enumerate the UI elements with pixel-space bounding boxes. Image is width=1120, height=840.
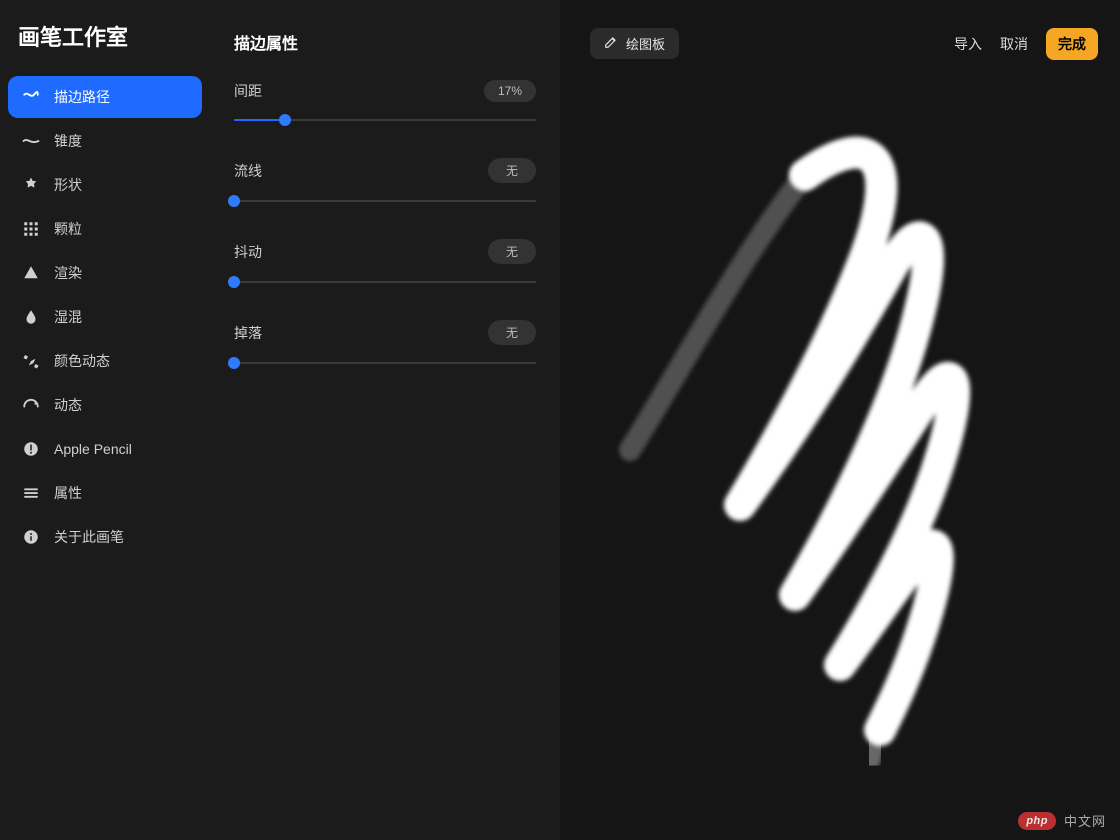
- sidebar: 画笔工作室 描边路径 锥度 形状: [0, 0, 210, 840]
- sidebar-item-label: 颗粒: [54, 219, 82, 239]
- sidebar-item-dynamics[interactable]: 动态: [8, 384, 202, 426]
- sidebar-item-render[interactable]: 渲染: [8, 252, 202, 294]
- slider-streamline[interactable]: [234, 193, 536, 209]
- prop-value: 无: [488, 239, 536, 264]
- sidebar-item-properties[interactable]: 属性: [8, 472, 202, 514]
- sidebar-item-shape[interactable]: 形状: [8, 164, 202, 206]
- prop-streamline: 流线 无: [234, 158, 536, 209]
- sidebar-item-about[interactable]: 关于此画笔: [8, 516, 202, 558]
- sidebar-item-label: 描边路径: [54, 87, 110, 107]
- slider-falloff[interactable]: [234, 355, 536, 371]
- shape-icon: [22, 176, 40, 194]
- sidebar-item-label: 渲染: [54, 263, 82, 283]
- sidebar-item-label: Apple Pencil: [54, 441, 132, 457]
- prop-label: 掉落: [234, 323, 262, 343]
- slider-jitter[interactable]: [234, 274, 536, 290]
- brush-preview-canvas[interactable]: [560, 0, 1120, 840]
- sidebar-item-label: 颜色动态: [54, 351, 110, 371]
- app-title: 画笔工作室: [0, 20, 210, 76]
- settings-title: 描边属性: [234, 30, 536, 54]
- watermark: php 中文网: [1018, 811, 1106, 830]
- sidebar-item-stroke-path[interactable]: 描边路径: [8, 76, 202, 118]
- sidebar-item-apple-pencil[interactable]: Apple Pencil: [8, 428, 202, 470]
- prop-jitter: 抖动 无: [234, 239, 536, 290]
- properties-icon: [22, 484, 40, 502]
- sidebar-item-label: 关于此画笔: [54, 527, 124, 547]
- wetmix-icon: [22, 308, 40, 326]
- prop-value: 17%: [484, 80, 536, 102]
- pencil-icon: [22, 440, 40, 458]
- about-icon: [22, 528, 40, 546]
- sidebar-item-label: 动态: [54, 395, 82, 415]
- taper-icon: [22, 132, 40, 150]
- watermark-text: 中文网: [1064, 811, 1106, 830]
- slider-spacing[interactable]: [234, 112, 536, 128]
- prop-falloff: 掉落 无: [234, 320, 536, 371]
- dynamics-icon: [22, 396, 40, 414]
- path-icon: [22, 88, 40, 106]
- prop-label: 流线: [234, 161, 262, 181]
- preview-panel: 绘图板 导入 取消 完成 php 中文网: [560, 0, 1120, 840]
- colordyn-icon: [22, 352, 40, 370]
- watermark-badge: php: [1018, 812, 1056, 830]
- sidebar-item-label: 形状: [54, 175, 82, 195]
- grain-icon: [22, 220, 40, 238]
- settings-panel: 描边属性 间距 17% 流线 无 抖动 无: [210, 0, 560, 840]
- render-icon: [22, 264, 40, 282]
- sidebar-list: 描边路径 锥度 形状 颗粒: [0, 76, 210, 558]
- sidebar-item-wetmix[interactable]: 湿混: [8, 296, 202, 338]
- prop-label: 间距: [234, 81, 262, 101]
- prop-spacing: 间距 17%: [234, 80, 536, 128]
- sidebar-item-label: 属性: [54, 483, 82, 503]
- sidebar-item-taper[interactable]: 锥度: [8, 120, 202, 162]
- sidebar-item-grain[interactable]: 颗粒: [8, 208, 202, 250]
- sidebar-item-label: 湿混: [54, 307, 82, 327]
- brush-stroke-preview: [560, 0, 1120, 840]
- prop-label: 抖动: [234, 242, 262, 262]
- sidebar-item-label: 锥度: [54, 131, 82, 151]
- prop-value: 无: [488, 158, 536, 183]
- sidebar-item-color-dynamics[interactable]: 颜色动态: [8, 340, 202, 382]
- prop-value: 无: [488, 320, 536, 345]
